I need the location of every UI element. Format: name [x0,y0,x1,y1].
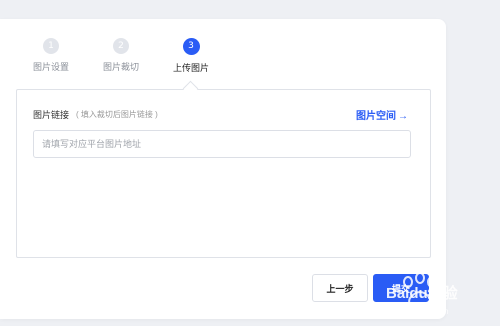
step-label: 上传图片 [172,63,209,73]
image-url-input[interactable] [33,130,411,158]
arrow-right-icon: → [398,111,408,122]
step-label: 图片设置 [32,62,69,72]
image-space-link[interactable]: 图片空间 → [356,107,408,122]
step-number: 1 [43,38,59,54]
image-link-hint: ( 填入裁切后图片链接 ) [76,110,158,119]
step-number: 3 [182,38,200,55]
image-link-label: 图片链接 [33,110,70,120]
submit-button[interactable]: 提交 [373,274,429,302]
image-space-label: 图片空间 [356,111,396,122]
step-label: 图片裁切 [102,62,139,72]
step-number: 2 [113,38,129,54]
step-image-crop[interactable]: 2 图片裁切 [91,38,151,73]
step-upload-image[interactable]: 3 上传图片 [161,38,221,74]
step-image-settings[interactable]: 1 图片设置 [21,38,81,73]
previous-step-button[interactable]: 上一步 [312,274,368,302]
